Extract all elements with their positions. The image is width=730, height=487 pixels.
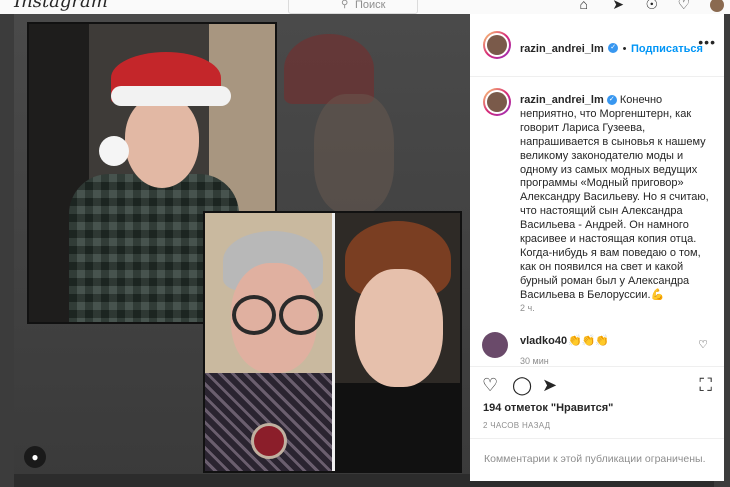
caption-text: Конечно неприятно, что Моргенштерн, как … xyxy=(520,94,709,301)
top-nav-bar: Instagram ⚲ Поиск ⌂ ➤ ☉ ♡ xyxy=(0,0,730,14)
post-caption: razin_andrei_lm ✓ Конечно неприятно, что… xyxy=(520,94,718,303)
comment-text: 👏👏👏 xyxy=(568,335,610,347)
post-side-panel: razin_andrei_lm ✓ • Подписаться ••• razi… xyxy=(470,14,724,481)
caption-avatar[interactable] xyxy=(483,88,511,116)
comments-limited-text: Комментарии к этой публикации ограничены… xyxy=(484,453,706,465)
post-header: razin_andrei_lm ✓ • Подписаться ••• xyxy=(470,14,724,77)
comment-like-icon[interactable]: ♡ xyxy=(698,338,708,351)
explore-icon[interactable]: ☉ xyxy=(645,0,658,13)
search-icon: ⚲ xyxy=(341,0,349,10)
save-icon[interactable]: ⛶ xyxy=(699,375,712,396)
post-actions: ♡ ◯ ➤ ⛶ xyxy=(470,366,724,407)
follow-button[interactable]: Подписаться xyxy=(631,43,703,55)
comment-icon[interactable]: ◯ xyxy=(512,375,532,396)
share-icon[interactable]: ➤ xyxy=(542,375,557,396)
search-placeholder: Поиск xyxy=(355,0,386,11)
verified-badge-icon: ✓ xyxy=(608,42,619,53)
comment-time: 30 мин xyxy=(520,356,549,366)
caption-verified-badge-icon: ✓ xyxy=(606,95,617,106)
more-options-icon[interactable]: ••• xyxy=(698,34,716,50)
caption-time: 2 ч. xyxy=(520,303,535,313)
instagram-logo[interactable]: Instagram xyxy=(14,0,108,12)
commenter-username[interactable]: vladko40 xyxy=(520,335,567,347)
likes-count[interactable]: 194 отметок "Нравится" xyxy=(483,402,613,414)
user-tag-icon[interactable]: ● xyxy=(24,446,46,468)
home-icon[interactable]: ⌂ xyxy=(580,0,588,12)
collage-photo-pair xyxy=(203,211,462,473)
author-avatar[interactable] xyxy=(483,31,511,59)
heart-icon[interactable]: ♡ xyxy=(677,0,690,13)
profile-avatar[interactable] xyxy=(710,0,724,12)
commenter-avatar[interactable] xyxy=(482,332,508,358)
caption-username[interactable]: razin_andrei_lm xyxy=(520,94,604,106)
bg-blur-face xyxy=(314,94,394,214)
header-dot: • xyxy=(622,43,627,55)
author-username[interactable]: razin_andrei_lm xyxy=(520,43,604,55)
comments-limited-notice: Комментарии к этой публикации ограничены… xyxy=(470,438,724,482)
search-input[interactable]: ⚲ Поиск xyxy=(288,0,418,14)
post-header-text: razin_andrei_lm ✓ • Подписаться xyxy=(520,39,703,57)
direct-icon[interactable]: ➤ xyxy=(612,0,624,13)
post-date[interactable]: 2 ЧАСОВ НАЗАД xyxy=(483,421,550,430)
like-icon[interactable]: ♡ xyxy=(482,375,498,396)
